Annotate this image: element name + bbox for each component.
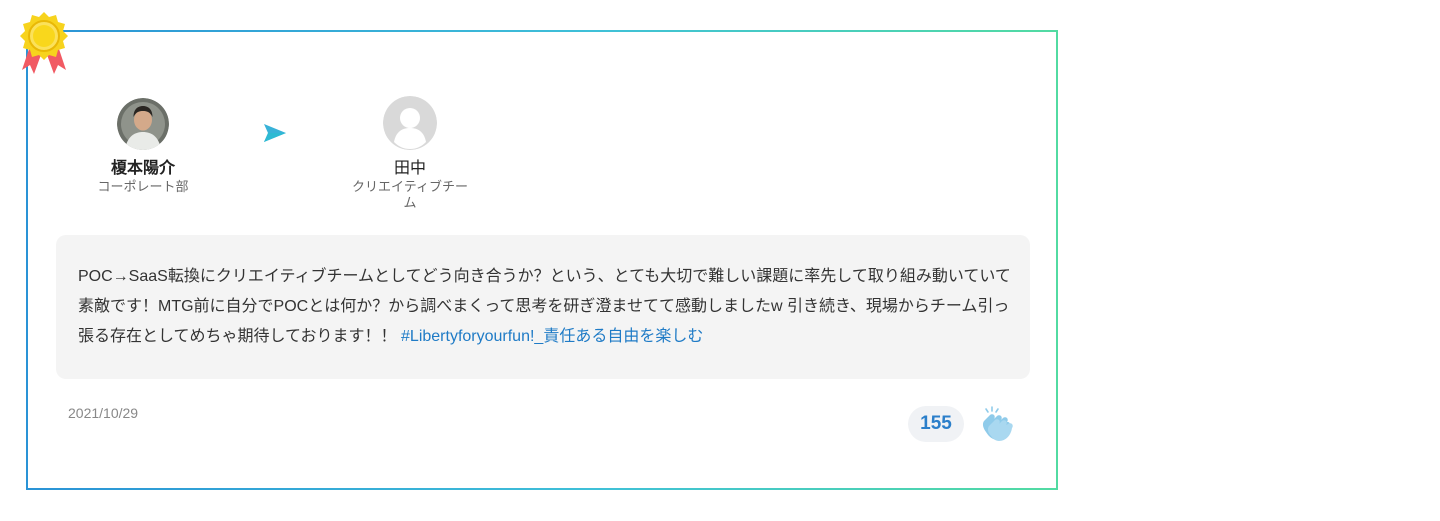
clap-hands-icon[interactable] <box>978 406 1016 444</box>
clap-count: 155 <box>908 406 964 442</box>
sender: 榎本陽介 コーポレート部 <box>88 98 198 196</box>
message-box: POC→SaaS転換にクリエイティブチームとしてどう向き合うか？という、とても大… <box>56 235 1030 379</box>
receiver-name: 田中 <box>393 158 426 177</box>
receiver: 田中 クリエイティブチーム <box>350 96 470 212</box>
post-date: 2021/10/29 <box>68 405 139 421</box>
post-card: 榎本陽介 コーポレート部 田中 クリエイティブチーム POC→SaaS転換にクリ… <box>26 30 1058 490</box>
sender-avatar-photo <box>117 98 169 150</box>
send-arrow-icon <box>264 124 286 142</box>
sender-department: コーポレート部 <box>97 180 189 195</box>
sender-avatar[interactable] <box>117 98 169 150</box>
receiver-department: クリエイティブチーム <box>352 180 468 211</box>
award-ribbon-icon <box>20 12 68 74</box>
receiver-avatar[interactable] <box>383 96 437 150</box>
post-card-body: 榎本陽介 コーポレート部 田中 クリエイティブチーム POC→SaaS転換にクリ… <box>28 32 1056 488</box>
sender-name: 榎本陽介 <box>110 158 175 177</box>
message-hashtag[interactable]: #Libertyforyourfun!_責任ある自由を楽しむ <box>401 328 703 345</box>
default-user-icon <box>383 96 437 150</box>
